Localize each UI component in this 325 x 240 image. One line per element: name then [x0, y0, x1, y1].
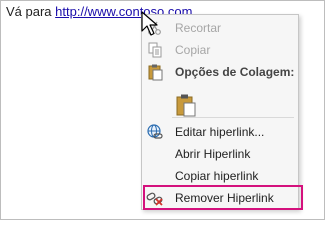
context-menu: Recortar Copiar Opções de Colagem: Edita…	[141, 14, 299, 210]
menu-item-copy-label: Copiar	[175, 43, 211, 57]
callout-highlight-box	[143, 185, 303, 210]
arrow-cursor-icon	[141, 11, 158, 36]
menu-section-paste-options: Opções de Colagem:	[142, 61, 298, 83]
menu-item-edit-hyperlink[interactable]: Editar hiperlink...	[142, 121, 298, 143]
globe-link-icon	[147, 124, 163, 139]
paste-keep-formatting-icon[interactable]	[175, 93, 197, 117]
menu-section-paste-options-label: Opções de Colagem:	[175, 65, 295, 79]
menu-item-copy-hyperlink[interactable]: Copiar hiperlink	[142, 165, 298, 187]
menu-item-open-hyperlink[interactable]: Abrir Hiperlink	[142, 143, 298, 165]
menu-item-open-hyperlink-label: Abrir Hiperlink	[175, 147, 251, 161]
document-text-prefix: Vá para	[6, 4, 56, 19]
menu-item-copy-hyperlink-label: Copiar hiperlink	[175, 169, 259, 183]
clipboard-icon	[148, 64, 163, 81]
menu-item-copy[interactable]: Copiar	[142, 39, 298, 61]
menu-item-cut[interactable]: Recortar	[142, 17, 298, 39]
menu-separator	[172, 117, 294, 118]
menu-item-edit-hyperlink-label: Editar hiperlink...	[175, 125, 265, 139]
copy-icon	[148, 42, 162, 58]
menu-item-cut-label: Recortar	[175, 21, 222, 35]
